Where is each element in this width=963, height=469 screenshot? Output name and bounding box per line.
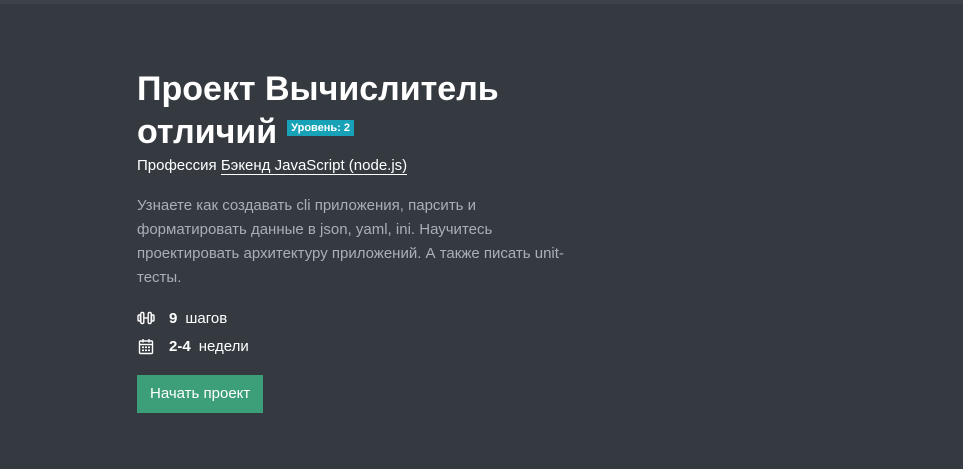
steps-count: 9 шагов (137, 308, 577, 328)
dumbbell-icon (137, 309, 155, 327)
profession-link[interactable]: Бэкенд JavaScript (node.js) (220, 157, 408, 175)
project-description: Узнаете как создавать cli приложения, па… (137, 197, 564, 286)
project-hero: Проект Вычислитель отличий Уровень: 2 Про… (137, 68, 577, 413)
calendar-icon (137, 337, 155, 355)
duration-label: недели (198, 337, 249, 355)
profession-prefix: Профессия (137, 157, 217, 174)
page-title-text: Проект Вычислитель отличий (137, 70, 499, 151)
duration-value: 2-4 (169, 337, 191, 355)
start-project-button[interactable]: Начать проект (137, 375, 264, 413)
steps-value: 9 (169, 309, 178, 327)
steps-label: шагов (185, 309, 228, 327)
duration: 2-4 недели (137, 336, 577, 356)
page-title: Проект Вычислитель отличий Уровень: 2 (137, 68, 577, 154)
profession-line: Профессия Бэкенд JavaScript (node.js) (137, 156, 577, 176)
top-strip (0, 0, 963, 4)
level-badge: Уровень: 2 (287, 120, 355, 137)
